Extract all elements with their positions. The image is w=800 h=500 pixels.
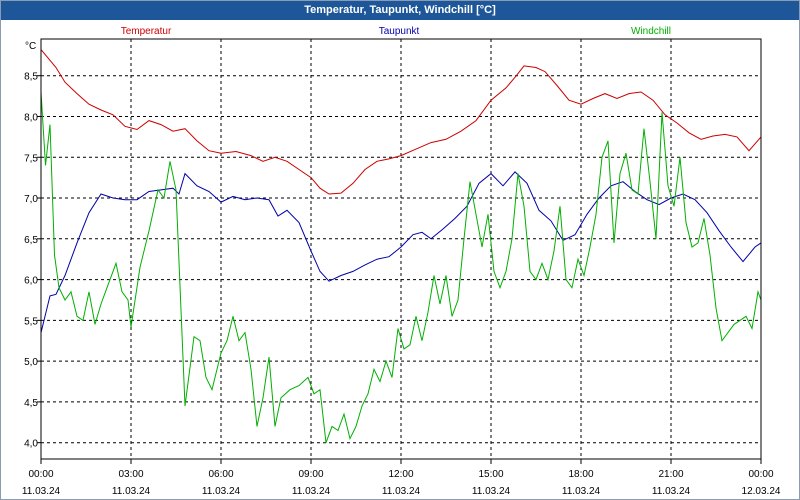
y-tick-label: 8,5 [24,72,38,83]
grid-lines [41,39,761,459]
x-tick-time-label: 09:00 [298,469,323,480]
x-tick-date-label: 11.03.24 [382,486,421,497]
legend: Temperatur Taupunkt Windchill [121,26,671,37]
x-tick-date-label: 11.03.24 [472,486,511,497]
y-tick-label: 4,5 [24,398,38,409]
y-tick-label: 7,5 [24,153,38,164]
x-tick-time-label: 06:00 [208,469,233,480]
x-tick-date-label: 11.03.24 [112,486,151,497]
x-tick-date-label: 11.03.24 [22,486,61,497]
y-tick-label: 4,0 [24,439,38,450]
x-tick-time-label: 18:00 [568,469,593,480]
y-tick-label: 5,5 [24,316,38,327]
y-tick-label: 5,0 [24,357,38,368]
x-tick-date-label: 11.03.24 [202,486,241,497]
x-tick-time-label: 21:00 [658,469,683,480]
y-axis-ticks: 4,0 4,5 5,0 5,5 6,0 6,5 7,0 7,5 8,0 8,5 [24,72,41,450]
x-tick-time-label: 03:00 [118,469,143,480]
x-tick-date-label: 12.03.24 [742,486,781,497]
x-tick-date-label: 11.03.24 [652,486,691,497]
chart-window: Temperatur, Taupunkt, Windchill [°C] 4,0… [0,0,800,500]
y-tick-label: 6,5 [24,235,38,246]
x-tick-date-label: 11.03.24 [562,486,601,497]
y-tick-label: 7,0 [24,194,38,205]
x-tick-time-label: 00:00 [748,469,773,480]
x-tick-date-label: 11.03.24 [292,486,331,497]
x-tick-time-label: 12:00 [388,469,413,480]
x-axis-ticks: 00:00 11.03.24 03:00 11.03.24 06:00 11.03.24 0… [22,459,781,497]
legend-item-taupunkt: Taupunkt [379,26,420,37]
x-tick-time-label: 00:00 [28,469,53,480]
y-tick-label: 8,0 [24,112,38,123]
legend-item-temperatur: Temperatur [121,26,172,37]
y-axis-unit: °C [25,41,36,52]
line-chart: 4,0 4,5 5,0 5,5 6,0 6,5 7,0 7,5 8,0 8,5 00:00 11.0… [22,26,781,497]
legend-item-windchill: Windchill [631,26,671,37]
y-tick-label: 6,0 [24,276,38,287]
x-tick-time-label: 15:00 [478,469,503,480]
